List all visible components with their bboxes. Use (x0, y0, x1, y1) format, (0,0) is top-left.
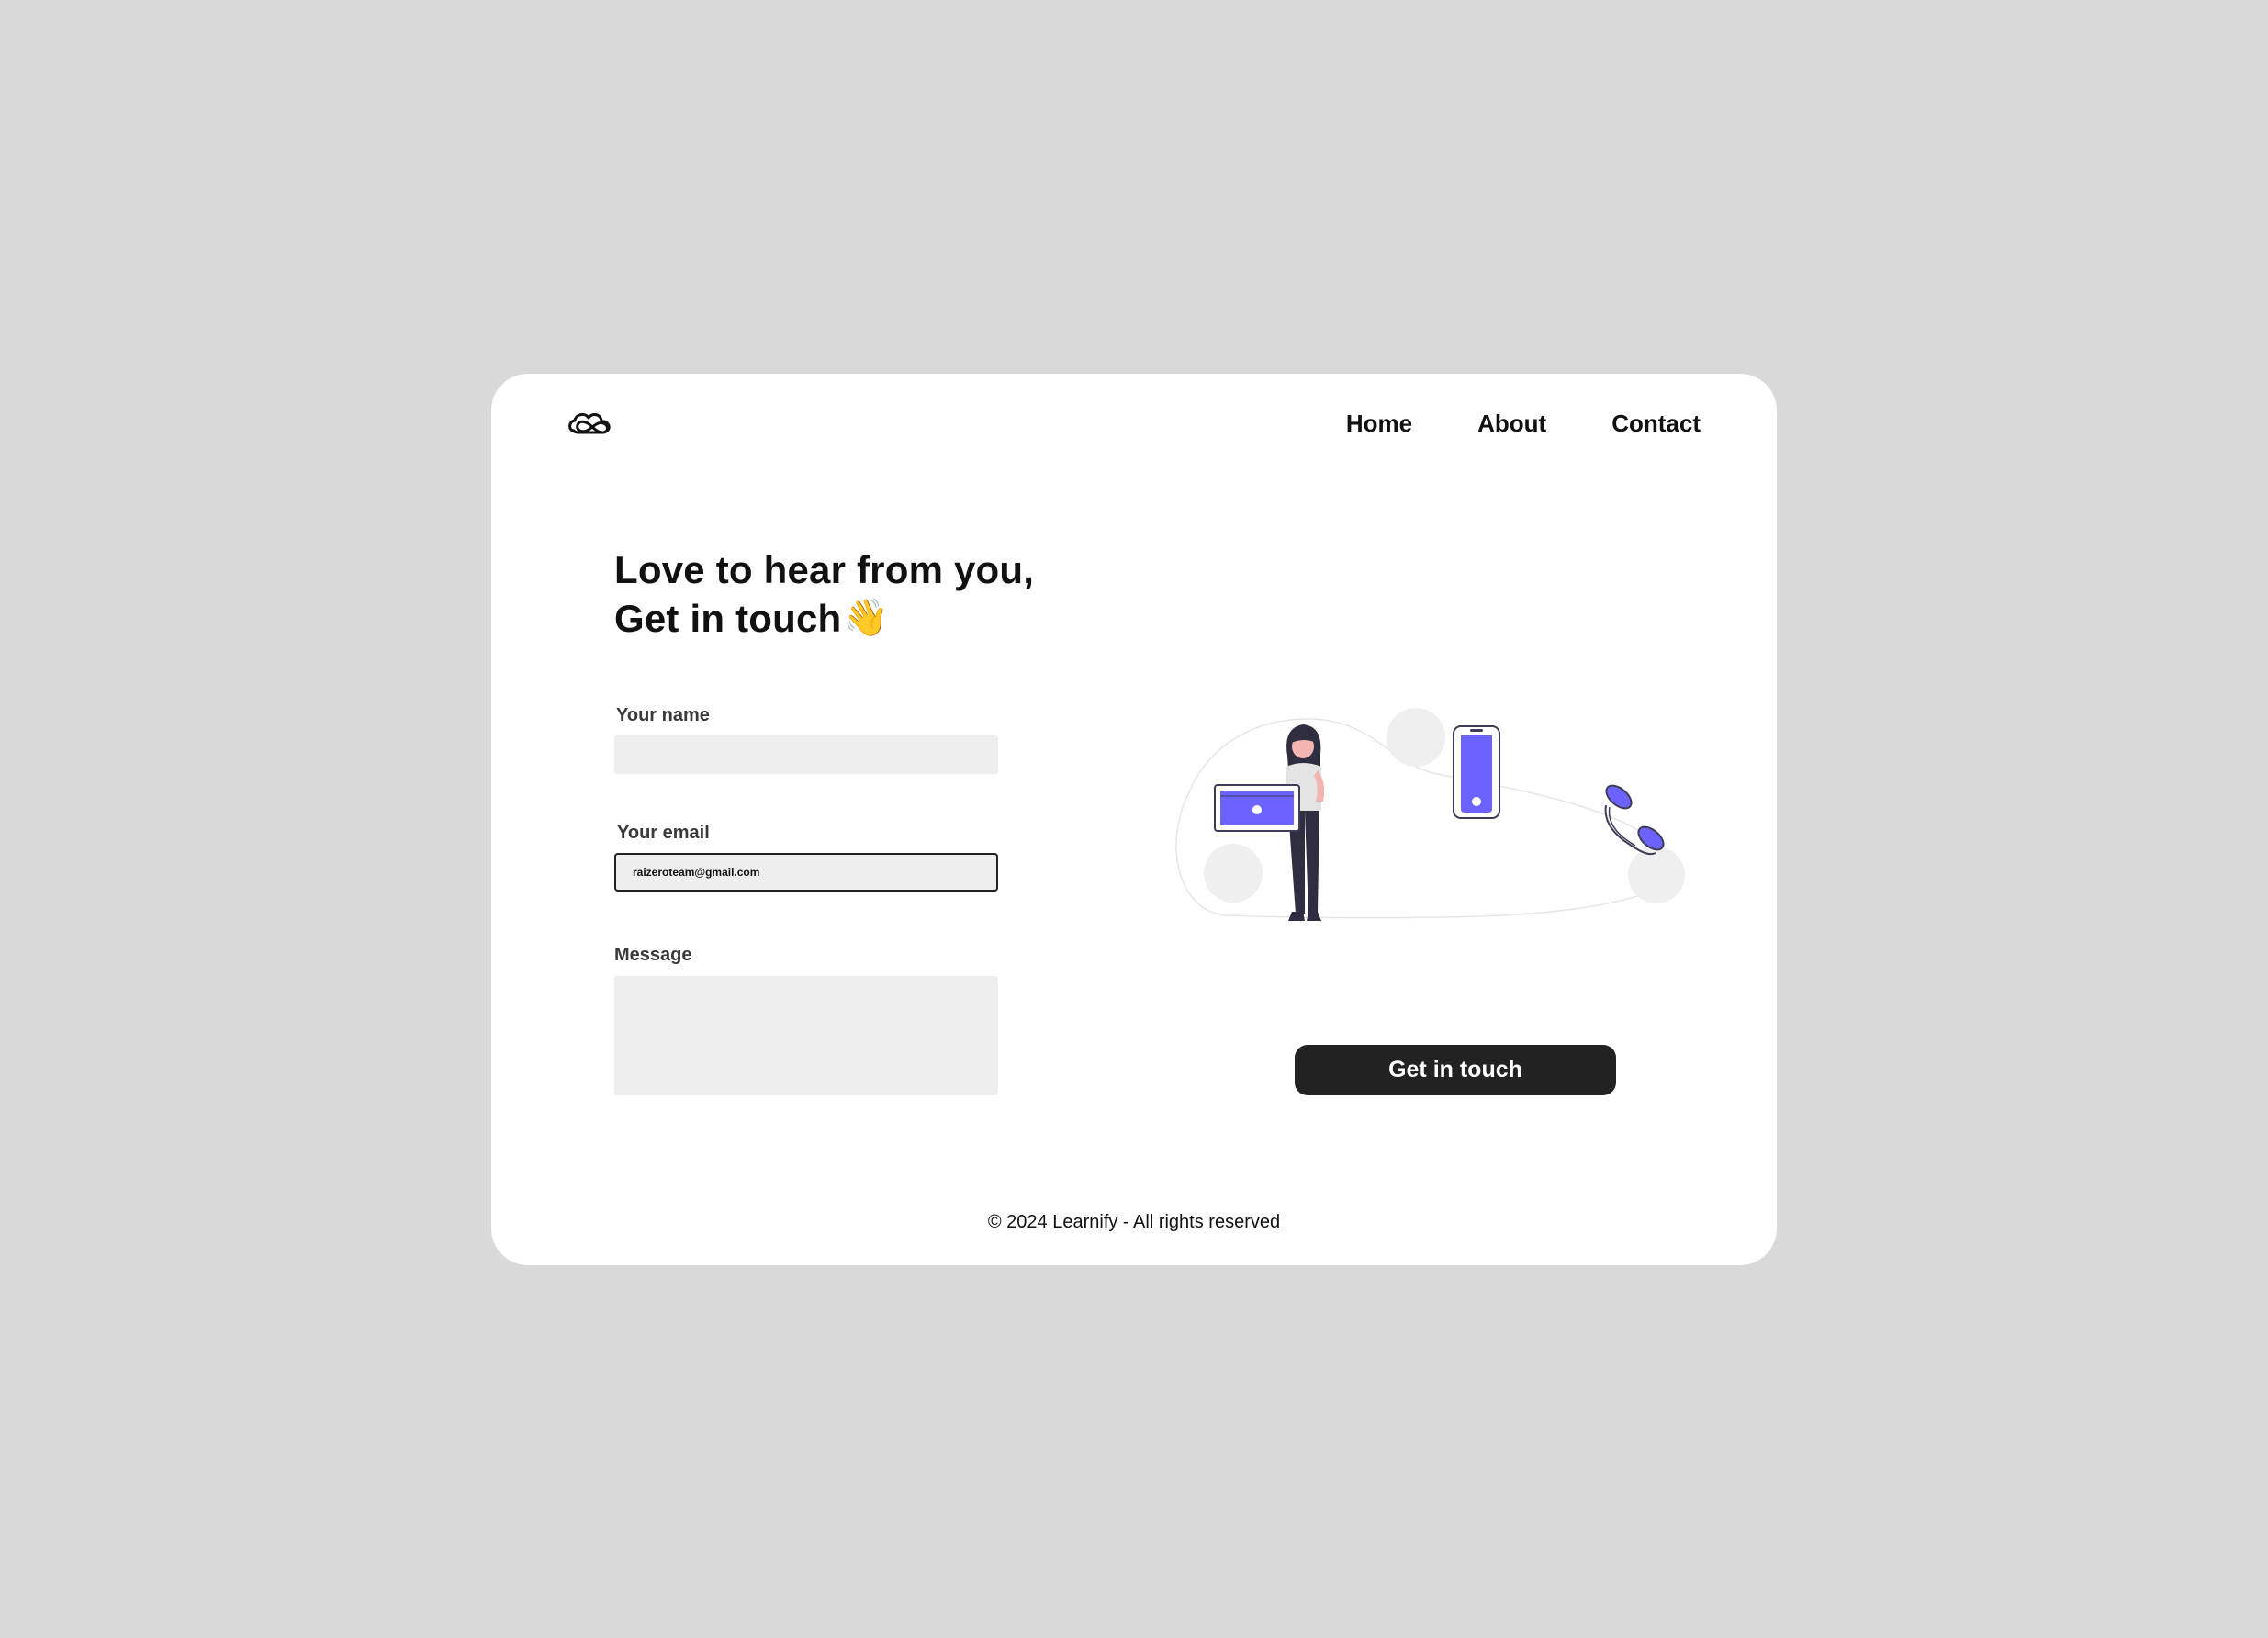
nav-about-link[interactable]: About (1477, 405, 1546, 442)
decor-circle (1387, 708, 1445, 767)
waving-hand-icon: 👋 (843, 597, 890, 639)
nav-home-link[interactable]: Home (1346, 405, 1412, 442)
contact-illustration (1175, 708, 1685, 921)
name-label: Your name (616, 705, 710, 725)
logo-icon[interactable] (567, 403, 616, 443)
nav-contact-link[interactable]: Contact (1611, 405, 1701, 442)
get-in-touch-button[interactable]: Get in touch (1295, 1045, 1616, 1095)
page-headline: Love to hear from you, Get in touch👋 (614, 546, 1034, 643)
headline-line-2-text: Get in touch (614, 597, 842, 640)
name-input[interactable] (614, 735, 998, 774)
contact-card: Home About Contact Love to hear from you… (491, 374, 1777, 1265)
email-label: Your email (617, 823, 710, 843)
decor-circle (1204, 844, 1263, 903)
headline-line-1: Love to hear from you, (614, 548, 1035, 591)
headline-line-2: Get in touch👋 (614, 594, 1034, 643)
decor-circle (1628, 847, 1685, 903)
main-nav: Home About Contact (1346, 405, 1701, 442)
message-textarea[interactable] (614, 976, 998, 1095)
message-label: Message (614, 945, 692, 965)
footer-copyright: © 2024 Learnify - All rights reserved (987, 1212, 1281, 1232)
email-input[interactable] (614, 853, 998, 892)
smartphone-icon (1453, 725, 1500, 819)
